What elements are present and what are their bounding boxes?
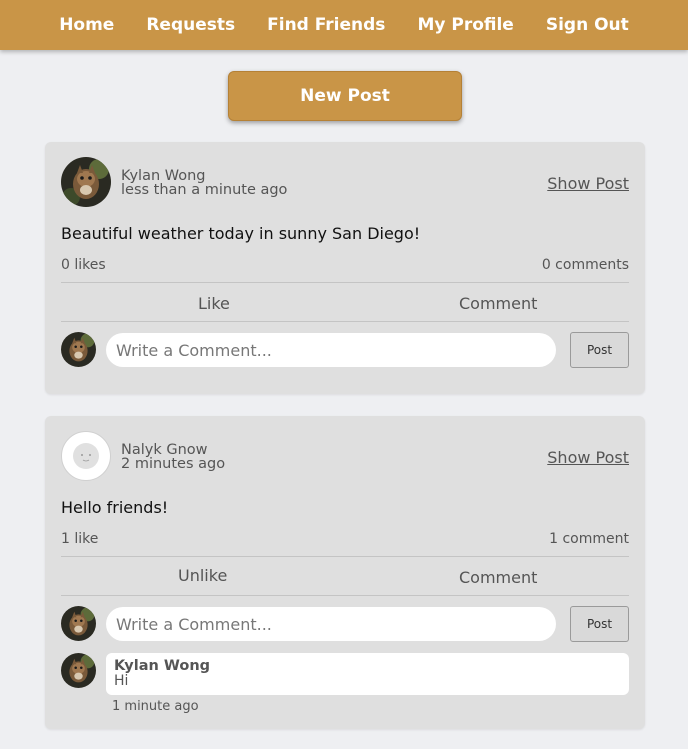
- comment-button[interactable]: Comment: [459, 568, 537, 587]
- post-body-text: Hello friends!: [61, 498, 169, 517]
- comment-timestamp: 1 minute ago: [112, 699, 199, 714]
- comments-count: 0 comments: [541, 257, 629, 273]
- nav-sign-out-link[interactable]: Sign Out: [530, 15, 645, 35]
- top-navbar: Home Requests Find Friends My Profile Si…: [0, 0, 688, 50]
- default-avatar-icon: [73, 443, 99, 469]
- commenter-avatar[interactable]: [61, 653, 96, 688]
- post-card: Nalyk Gnow 2 minutes ago Show Post Hello…: [45, 416, 645, 729]
- post-comment-button[interactable]: Post: [570, 332, 629, 368]
- comment-input[interactable]: [106, 333, 556, 367]
- current-user-avatar: [61, 332, 96, 367]
- show-post-link[interactable]: Show Post: [547, 448, 629, 467]
- author-avatar[interactable]: [61, 157, 111, 207]
- current-user-avatar: [61, 606, 96, 641]
- author-avatar[interactable]: [61, 431, 111, 481]
- post-timestamp: less than a minute ago: [121, 182, 288, 198]
- comment-input[interactable]: [106, 607, 556, 641]
- nav-requests-link[interactable]: Requests: [130, 15, 251, 35]
- new-post-button[interactable]: New Post: [228, 71, 462, 121]
- comment-bubble: Kylan Wong Hi: [106, 653, 629, 695]
- comments-count: 1 comment: [549, 531, 629, 547]
- comment-author[interactable]: Kylan Wong: [114, 658, 621, 674]
- divider: [61, 556, 629, 557]
- comment-button[interactable]: Comment: [459, 294, 537, 313]
- cat-photo-icon: [61, 157, 111, 207]
- divider: [61, 282, 629, 283]
- cat-photo-icon: [61, 332, 96, 367]
- post-comment-button[interactable]: Post: [570, 606, 629, 642]
- likes-count: 0 likes: [61, 257, 106, 273]
- divider: [61, 321, 629, 322]
- divider: [61, 595, 629, 596]
- post-timestamp: 2 minutes ago: [121, 456, 226, 472]
- nav-my-profile-link[interactable]: My Profile: [401, 15, 529, 35]
- cat-photo-icon: [61, 606, 96, 641]
- comment-text: Hi: [114, 673, 129, 689]
- likes-count: 1 like: [61, 531, 99, 547]
- unlike-button[interactable]: Unlike: [178, 566, 227, 585]
- show-post-link[interactable]: Show Post: [547, 174, 629, 193]
- nav-home-link[interactable]: Home: [43, 15, 130, 35]
- post-card: Kylan Wong less than a minute ago Show P…: [45, 142, 645, 394]
- nav-find-friends-link[interactable]: Find Friends: [251, 15, 401, 35]
- cat-photo-icon: [61, 653, 96, 688]
- post-body-text: Beautiful weather today in sunny San Die…: [61, 224, 421, 243]
- like-button[interactable]: Like: [198, 294, 230, 313]
